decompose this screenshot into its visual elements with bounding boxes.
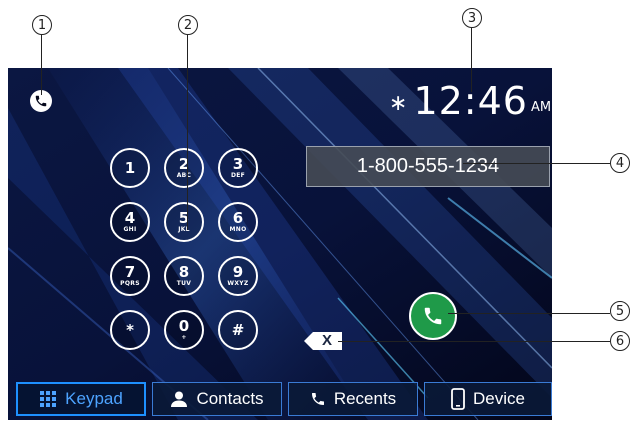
callout-1-leader xyxy=(41,35,42,95)
backspace-label: X xyxy=(321,332,332,349)
key-6[interactable]: 6 MNO xyxy=(218,202,258,242)
key-2[interactable]: 2 ABC xyxy=(164,148,204,188)
callout-6: 6 xyxy=(610,331,630,351)
callout-3-leader xyxy=(471,28,472,92)
tab-keypad[interactable]: Keypad xyxy=(16,382,146,416)
device-icon xyxy=(451,388,465,410)
callout-1: 1 xyxy=(32,15,52,35)
clock-ampm: AM xyxy=(530,100,552,115)
key-hash[interactable]: # xyxy=(218,310,258,350)
key-1[interactable]: 1 xyxy=(110,148,150,188)
tab-recents[interactable]: Recents xyxy=(288,382,418,416)
key-5[interactable]: 5 JKL xyxy=(164,202,204,242)
callout-5-leader xyxy=(448,313,610,314)
phone-icon xyxy=(424,307,442,325)
tab-device[interactable]: Device xyxy=(424,382,552,416)
callout-2: 2 xyxy=(178,15,198,35)
key-7[interactable]: 7 PQRS xyxy=(110,256,150,296)
key-0[interactable]: 0 + xyxy=(164,310,204,350)
dialed-number: 1-800-555-1234 xyxy=(356,155,500,177)
callout-2-leader xyxy=(187,35,188,230)
key-4[interactable]: 4 GHI xyxy=(110,202,150,242)
callout-5: 5 xyxy=(610,301,630,321)
bluetooth-icon: ∗ xyxy=(389,91,408,116)
contacts-icon xyxy=(171,391,188,407)
key-9[interactable]: 9 WXYZ xyxy=(218,256,258,296)
tab-recents-label: Recents xyxy=(333,389,397,408)
callout-6-leader xyxy=(338,341,610,342)
callout-4-leader xyxy=(463,163,610,164)
tab-contacts[interactable]: Contacts xyxy=(152,382,282,416)
callout-3: 3 xyxy=(462,8,482,28)
phone-screen: ∗ 12:46 AM 1 2 ABC 3 DEF 4 GHI 5 JKL 6 MNO 7P… xyxy=(8,68,552,420)
callout-4: 4 xyxy=(610,153,630,173)
key-8[interactable]: 8 TUV xyxy=(164,256,204,296)
dialed-number-display: 1-800-555-1234 xyxy=(306,146,550,187)
recents-icon xyxy=(311,393,324,405)
call-button[interactable] xyxy=(409,292,457,340)
tab-device-label: Device xyxy=(473,389,525,408)
key-star[interactable]: * xyxy=(110,310,150,350)
tab-keypad-label: Keypad xyxy=(65,389,123,408)
tab-contacts-label: Contacts xyxy=(196,389,264,408)
key-3[interactable]: 3 DEF xyxy=(218,148,258,188)
keypad-icon xyxy=(40,391,57,407)
